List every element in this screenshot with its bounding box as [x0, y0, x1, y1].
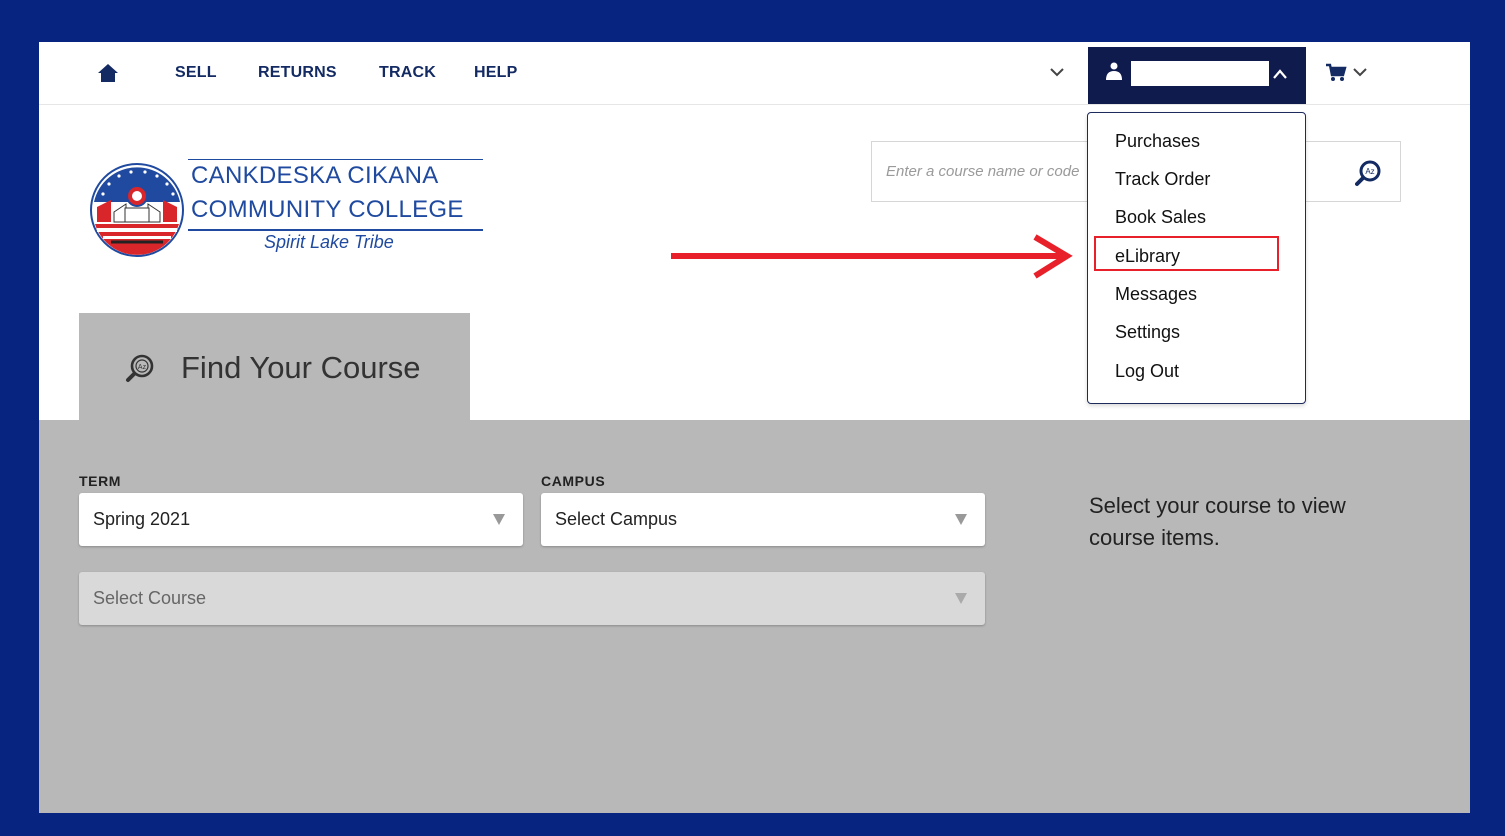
chevron-down-icon[interactable] [1351, 63, 1369, 81]
triangle-down-icon [493, 514, 505, 525]
campus-select-value: Select Campus [555, 509, 678, 529]
account-name-redacted [1131, 61, 1269, 86]
nav-sell-link[interactable]: SELL [175, 64, 217, 82]
nav-help-link[interactable]: HELP [474, 64, 517, 82]
elibrary-highlight-box [1094, 236, 1279, 271]
course-select-value: Select Course [93, 588, 207, 608]
triangle-down-icon [955, 514, 967, 525]
logo-name-line2: COMMUNITY COLLEGE [191, 196, 464, 223]
menu-item-messages[interactable]: Messages [1115, 284, 1197, 305]
find-course-tab-label: Find Your Course [181, 350, 421, 385]
menu-item-settings[interactable]: Settings [1115, 322, 1180, 343]
term-label: TERM [79, 473, 122, 489]
logo-name-line1: CANKDESKA CIKANA [191, 162, 439, 189]
find-course-tab[interactable]: Az Find Your Course [79, 313, 470, 421]
svg-text:Az: Az [1365, 167, 1374, 176]
course-select[interactable]: Select Course [79, 572, 985, 625]
user-icon [1106, 62, 1122, 80]
chevron-down-icon[interactable] [1048, 63, 1066, 81]
cart-icon[interactable] [1325, 63, 1347, 83]
logo-top-rule [188, 159, 483, 160]
account-dropdown-menu: Purchases Track Order Book Sales eLibrar… [1087, 112, 1306, 404]
term-select-value: Spring 2021 [93, 509, 191, 529]
page-frame: SELL RETURNS TRACK HELP CANKDESKA CIKANA… [39, 42, 1470, 813]
nav-returns-link[interactable]: RETURNS [258, 64, 337, 82]
course-search-icon: Az [126, 354, 154, 382]
logo-tagline: Spirit Lake Tribe [264, 232, 394, 252]
svg-text:Az: Az [138, 364, 147, 371]
college-seal-icon [90, 163, 184, 257]
menu-item-log-out[interactable]: Log Out [1115, 361, 1179, 382]
menu-item-track-order[interactable]: Track Order [1115, 169, 1210, 190]
course-selection-panel: TERM Spring 2021 CAMPUS Select Campus Se… [39, 420, 1470, 813]
chevron-up-icon [1273, 69, 1287, 79]
account-menu-button[interactable] [1088, 47, 1306, 104]
campus-label: CAMPUS [541, 473, 606, 489]
annotation-arrow [671, 234, 1073, 279]
menu-item-book-sales[interactable]: Book Sales [1115, 207, 1206, 228]
college-logo[interactable]: CANKDESKA CIKANA COMMUNITY COLLEGE Spiri… [89, 159, 484, 262]
triangle-down-icon [955, 593, 967, 604]
top-nav: SELL RETURNS TRACK HELP [39, 42, 1470, 105]
menu-item-purchases[interactable]: Purchases [1115, 131, 1200, 152]
term-select[interactable]: Spring 2021 [79, 493, 523, 546]
campus-select[interactable]: Select Campus [541, 493, 985, 546]
home-icon[interactable] [97, 62, 119, 84]
logo-bottom-rule [188, 229, 483, 231]
search-icon[interactable]: Az [1355, 159, 1383, 187]
course-help-text: Select your course to view course items. [1089, 493, 1346, 550]
nav-track-link[interactable]: TRACK [379, 64, 436, 82]
